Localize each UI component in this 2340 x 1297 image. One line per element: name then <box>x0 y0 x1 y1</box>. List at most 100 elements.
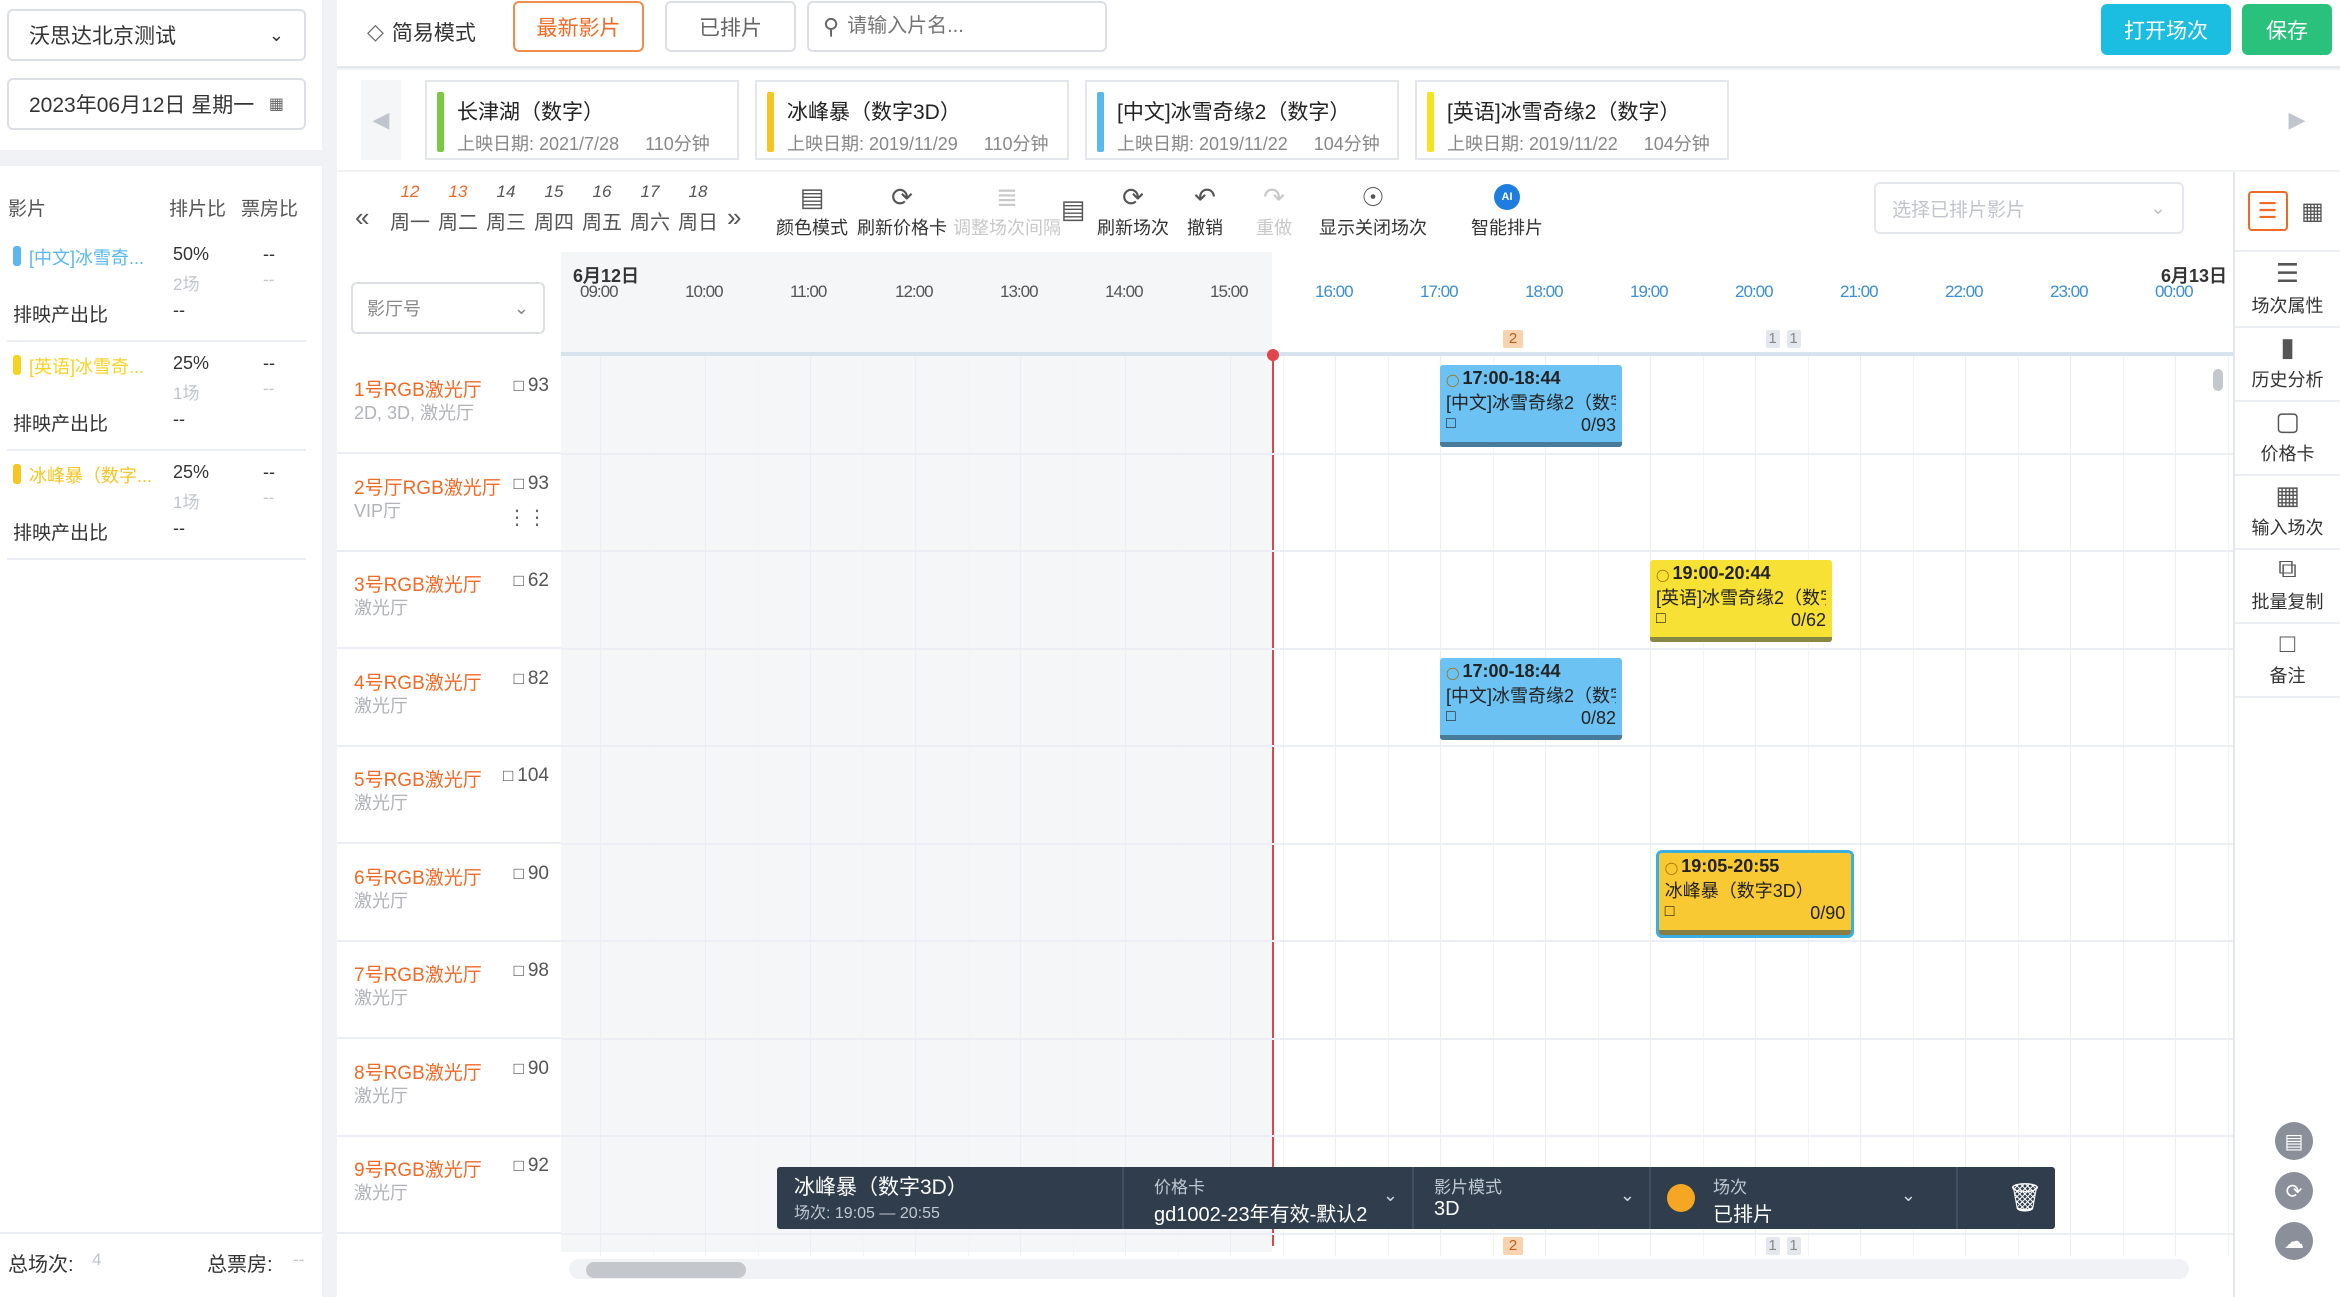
tab-latest[interactable]: 最新影片 <box>513 1 644 52</box>
seat-icon: □ <box>513 473 524 493</box>
hour-gridline <box>1125 356 1126 1256</box>
grid-view-button[interactable]: ▦ <box>2298 196 2328 226</box>
simple-mode-toggle[interactable]: ◇ 简易模式 <box>367 17 476 47</box>
hall-row-header[interactable]: 7号RGB激光厅 激光厅 □ 98 <box>337 942 561 1039</box>
hour-gridline <box>1860 356 1861 1256</box>
session-time: ◯ 19:00-20:44 <box>1656 563 1826 584</box>
day-tab[interactable]: 13 周二 <box>435 182 481 235</box>
undo-button[interactable]: ↶ 撤销 <box>1183 180 1227 240</box>
gantt-view-button[interactable]: ☰ <box>2247 191 2288 231</box>
date-picker[interactable]: 2023年06月12日 星期一 ▦ <box>7 78 306 130</box>
film-stat-name: [中文]冰雪奇... <box>29 248 145 268</box>
info-film-mode[interactable]: 影片模式 3D ⌄ <box>1414 1167 1651 1229</box>
smart-schedule-button[interactable]: AI 智能排片 <box>1465 180 1549 240</box>
film-card[interactable]: 长津湖（数字） 上映日期: 2021/7/28 110分钟 <box>425 80 739 160</box>
prev-week-button[interactable]: « <box>355 202 369 233</box>
layout-button[interactable]: ▤ <box>2275 1122 2313 1160</box>
hall-row-header[interactable]: 9号RGB激光厅 激光厅 □ 92 <box>337 1137 561 1234</box>
compress-icon: ≣ <box>996 181 1018 212</box>
film-stat-item[interactable]: [英语]冰雪奇... 25% -- 1场 -- 排映产出比 -- <box>7 351 306 451</box>
sync-button[interactable]: ⟳ <box>2275 1172 2313 1210</box>
tab-scheduled[interactable]: 已排片 <box>665 1 796 52</box>
undo-label: 撤销 <box>1187 218 1223 238</box>
hall-row-header[interactable]: 5号RGB激光厅 激光厅 □ 104 <box>337 747 561 844</box>
hall-row-header[interactable]: 3号RGB激光厅 激光厅 □ 62 <box>337 552 561 649</box>
box-label: 总票房: <box>207 1254 273 1276</box>
film-select[interactable]: 选择已排片影片 ⌄ <box>1874 182 2184 234</box>
vertical-scrollbar-thumb[interactable] <box>2213 369 2223 391</box>
hall-type: 激光厅 <box>354 1183 408 1203</box>
day-weekday: 周五 <box>582 212 622 234</box>
color-mode-button[interactable]: ▤ 颜色模式 <box>767 180 857 240</box>
horizontal-scrollbar[interactable] <box>569 1259 2189 1279</box>
toolbar: « 12 周一 13 周二 14 周三 15 周四 16 周五 17 周六 18 周日 » ▤ 颜色模式 … <box>337 172 2233 252</box>
cinema-select[interactable]: 沃思达北京测试 ⌄ <box>7 9 306 61</box>
right-panel-item[interactable]: ▦ 输入场次 <box>2235 476 2340 550</box>
film-stat-ratio: 50% <box>173 244 210 264</box>
document-button[interactable]: ▤ <box>1053 180 1093 226</box>
search-box[interactable]: ⚲ <box>807 1 1107 52</box>
session-block[interactable]: ◯ 17:00-18:44 [中文]冰雪奇缘2（数字 □ 0/82 <box>1440 657 1622 740</box>
day-tab[interactable]: 17 周六 <box>627 182 673 235</box>
right-panel-item[interactable]: ▢ 价格卡 <box>2235 402 2340 476</box>
day-tab[interactable]: 16 周五 <box>579 182 625 235</box>
box-value: -- <box>293 1250 305 1269</box>
scrollbar-thumb[interactable] <box>586 1262 746 1278</box>
refresh-sessions-label: 刷新场次 <box>1097 218 1169 238</box>
session-block[interactable]: ◯ 19:05-20:55 冰峰暴（数字3D） □ 0/90 <box>1655 849 1855 938</box>
right-panel-item[interactable]: ☰ 场次属性 <box>2235 254 2340 328</box>
film-card[interactable]: 冰峰暴（数字3D） 上映日期: 2019/11/29 110分钟 <box>755 80 1069 160</box>
refresh-sessions-button[interactable]: ⟳ 刷新场次 <box>1093 180 1173 240</box>
hall-row-header[interactable]: 1号RGB激光厅 2D, 3D, 激光厅 □ 93 <box>337 357 561 454</box>
hall-type: 激光厅 <box>354 890 408 911</box>
status-dot <box>1667 1184 1695 1212</box>
save-button[interactable]: 保存 <box>2242 4 2332 55</box>
half-hour-gridline <box>862 356 864 1256</box>
half-hour-gridline <box>1702 356 1704 1256</box>
redo-label: 重做 <box>1256 218 1292 238</box>
right-panel: ☰ ▦ ☰ 场次属性 ▮ 历史分析 ▢ 价格卡 ▦ 输入场次 ⧉ 批量复制 □ 备注 ▤ ⟳ ☁ <box>2233 172 2340 1297</box>
delete-button[interactable]: 🗑 <box>2007 1181 2043 1214</box>
film-stat-ratio: 25% <box>173 462 210 482</box>
session-block[interactable]: ◯ 19:00-20:44 [英语]冰雪奇缘2（数字 □ 0/62 <box>1650 560 1832 642</box>
right-panel-item[interactable]: ⧉ 批量复制 <box>2235 550 2340 624</box>
session-progress-bar <box>1440 442 1622 447</box>
day-tab[interactable]: 18 周日 <box>675 182 721 235</box>
day-tab[interactable]: 14 周三 <box>483 182 529 235</box>
day-tab[interactable]: 15 周四 <box>531 182 577 235</box>
strip-prev-button[interactable]: ◀ <box>361 80 401 160</box>
hall-select[interactable]: 影厅号 ⌄ <box>351 282 545 334</box>
refresh-price-button[interactable]: ⟳ 刷新价格卡 <box>847 180 957 240</box>
film-stat-item[interactable]: [中文]冰雪奇... 50% -- 2场 -- 排映产出比 -- <box>7 242 306 342</box>
info-price-card[interactable]: 价格卡 gd1002-23年有效-默认2 ⌄ <box>1124 1167 1414 1229</box>
hall-row-header[interactable]: 2号厅RGB激光厅 VIP厅 □ 93 ⋮⋮ <box>337 454 561 552</box>
hall-row-header[interactable]: 6号RGB激光厅 激光厅 □ 90 <box>337 844 561 942</box>
open-sessions-button[interactable]: 打开场次 <box>2101 4 2231 55</box>
day-tab[interactable]: 12 周一 <box>387 182 433 235</box>
film-card[interactable]: [中文]冰雪奇缘2（数字） 上映日期: 2019/11/22 104分钟 <box>1085 80 1399 160</box>
session-footer: □ 0/93 <box>1446 415 1616 436</box>
right-panel-label: 价格卡 <box>2260 444 2315 464</box>
film-card[interactable]: [英语]冰雪奇缘2（数字） 上映日期: 2019/11/22 104分钟 <box>1415 80 1729 160</box>
right-panel-item[interactable]: ▮ 历史分析 <box>2235 328 2340 402</box>
clock-icon: ◯ <box>1656 568 1670 582</box>
right-panel-item[interactable]: □ 备注 <box>2235 624 2340 698</box>
session-footer: □ 0/62 <box>1656 610 1826 631</box>
strip-next-button[interactable]: ▶ <box>2277 80 2317 160</box>
cloud-button[interactable]: ☁ <box>2275 1222 2313 1260</box>
hour-label: 12:00 <box>895 282 934 301</box>
hour-label: 15:00 <box>1210 282 1249 301</box>
info-session-status[interactable]: 场次 已排片 ⌄ <box>1651 1167 1958 1229</box>
hall-row-header[interactable]: 8号RGB激光厅 激光厅 □ 90 <box>337 1039 561 1137</box>
film-color-mark <box>13 464 21 484</box>
show-closed-button[interactable]: ☉ 显示关闭场次 <box>1313 180 1433 240</box>
film-card-color <box>767 92 774 152</box>
search-input[interactable] <box>847 15 1068 38</box>
half-hour-gridline <box>967 356 969 1256</box>
film-stat-item[interactable]: 冰峰暴（数字... 25% -- 1场 -- 排映产出比 -- <box>7 460 306 560</box>
session-block[interactable]: ◯ 17:00-18:44 [中文]冰雪奇缘2（数字 □ 0/93 <box>1440 365 1622 447</box>
drag-handle-icon[interactable]: ⋮⋮ <box>507 505 547 530</box>
hall-row-header[interactable]: 4号RGB激光厅 激光厅 □ 82 <box>337 649 561 747</box>
next-week-button[interactable]: » <box>727 202 741 233</box>
film-card-date: 上映日期: 2021/7/28 <box>457 134 620 154</box>
